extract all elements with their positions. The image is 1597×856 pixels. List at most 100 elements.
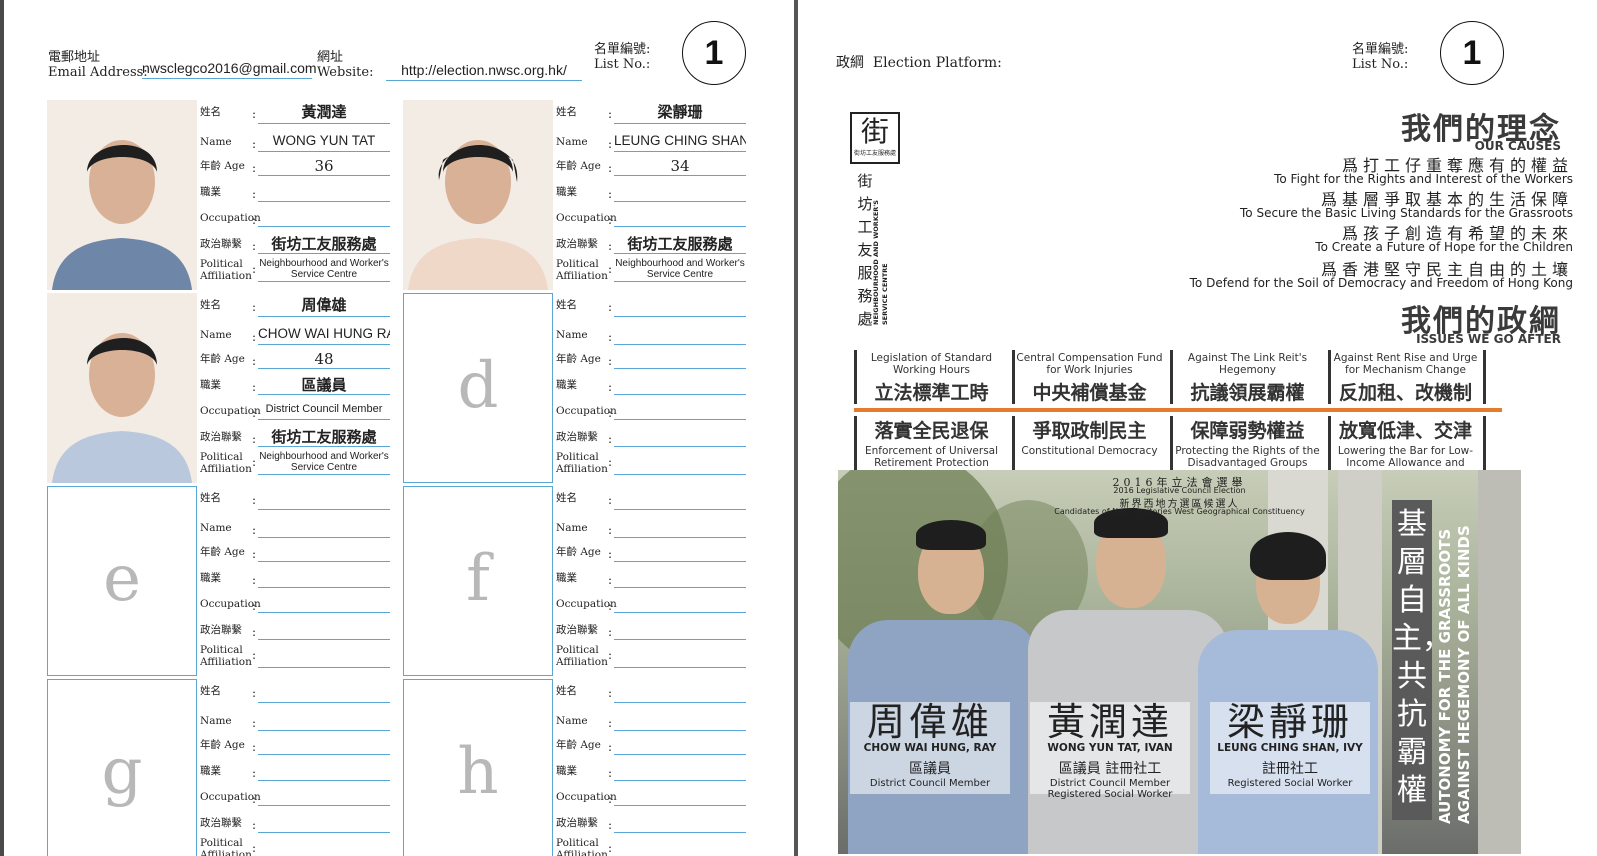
field-value (614, 327, 746, 345)
poster-person-2-role-en-2: Registered Social Worker (1047, 789, 1173, 800)
field-colon: : (252, 213, 257, 227)
website-label: 網址 Website: (317, 46, 373, 80)
field-label: 姓名 (556, 106, 577, 118)
field-label-affiliation-en: Political Affiliation (556, 837, 608, 856)
field-value (258, 815, 390, 833)
field-label: Political (200, 837, 243, 849)
field-colon: : (608, 187, 613, 201)
issue-zh: 落實全民退保 (874, 420, 989, 442)
field-value (614, 297, 746, 317)
candidate-card: d 姓名: Name: 年齡 Age: 職業: Occupation: 政治聯繫: Polit… (403, 293, 755, 485)
cause-en: To Defend for the Soil of Democracy and … (1189, 276, 1573, 290)
platform-page: 政綱 Election Platform: 名單編號: List No.: 1 … (798, 0, 1597, 856)
field-value (258, 713, 390, 731)
field-value (614, 837, 746, 856)
field-label: 職業 (556, 186, 577, 198)
field-colon: : (608, 493, 613, 507)
poster-person-3-name-en: LEUNG CHING SHAN, IVY (1217, 742, 1363, 754)
field-value (614, 377, 746, 395)
field-colon: : (608, 330, 613, 344)
poster-person-1-name-en: CHOW WAI HUNG, RAY (863, 742, 997, 754)
field-colon: : (608, 818, 613, 832)
candidate-card: f 姓名: Name: 年齡 Age: 職業: Occupation: 政治聯繫: Polit… (403, 486, 755, 678)
field-value: 48 (258, 351, 390, 369)
poster-person-1-name-zh: 周偉雄 (866, 700, 993, 744)
field-label: Name (200, 329, 232, 341)
field-label: 職業 (200, 765, 221, 777)
field-colon: : (252, 766, 257, 780)
field-value: LEUNG CHING SHAN (614, 134, 746, 152)
candidate-photo: e (47, 486, 197, 676)
field-label-affiliation-en: Political Affiliation (556, 258, 608, 282)
field-value: CHOW WAI HUNG RAYMAN (258, 327, 390, 345)
field-colon: : (608, 432, 613, 446)
building-pillar (1478, 470, 1521, 854)
field-label: 年齡 Age (200, 739, 245, 751)
field-colon: : (252, 841, 257, 855)
field-label: 政治聯繫 (200, 624, 242, 636)
field-label: Affiliation (200, 655, 252, 668)
photo-placeholder-letter: d (457, 349, 499, 423)
field-label: 政治聯繫 (200, 238, 242, 250)
field-label: 政治聯繫 (556, 624, 598, 636)
field-colon: : (608, 380, 613, 394)
field-value (614, 789, 746, 806)
issue-en: Against Rent Rise and Urge for Mechanism… (1333, 352, 1478, 376)
org-logo-small: 街坊工友服務處 (853, 150, 896, 157)
poster-person-2-role-zh: 區議員 註冊社工 (1058, 761, 1162, 777)
field-label: 年齡 Age (200, 546, 245, 558)
candidate-card: e 姓名: Name: 年齡 Age: 職業: Occupation: 政治聯繫: Polit… (47, 486, 399, 678)
field-value (258, 570, 390, 588)
field-label: Affiliation (200, 269, 252, 282)
field-label-affiliation-en: Political Affiliation (200, 837, 252, 856)
field-label-affiliation-en: Political Affiliation (556, 451, 608, 475)
candidate-photo: f (403, 486, 553, 676)
field-colon: : (608, 841, 613, 855)
field-value (258, 596, 390, 613)
field-colon: : (608, 262, 613, 276)
candidate-page: 電郵地址 Email Address: nwsclegco2016@gmail.… (4, 0, 794, 856)
field-value: WONG YUN TAT (258, 134, 390, 152)
candidate-photo (403, 100, 553, 290)
poster-person-2-name-zh: 黃潤達 (1046, 700, 1173, 744)
email-label: 電郵地址 Email Address: (48, 46, 148, 80)
candidate-fields: 姓名: Name: 年齡 Age: 職業: Occupation: 政治聯繫: Politi… (200, 486, 400, 676)
issue-zh: 中央補償基金 (1032, 382, 1147, 404)
issue-en: Protecting the Rights of the Disadvantag… (1175, 445, 1320, 469)
field-label-affiliation-en: Political Affiliation (556, 644, 608, 668)
field-colon: : (252, 330, 257, 344)
field-label-affiliation-en: Political Affiliation (200, 451, 252, 475)
field-value (614, 184, 746, 202)
field-colon: : (252, 300, 257, 314)
issue-item: 落實全民退保 Enforcement of Universal Retiremen… (854, 416, 1006, 470)
poster-person-1-role-en: District Council Member (869, 778, 991, 789)
field-label: Affiliation (556, 462, 608, 475)
field-label: 年齡 Age (200, 160, 245, 172)
person-3-hair (1250, 532, 1326, 580)
field-label: 年齡 Age (556, 546, 601, 558)
field-colon: : (608, 213, 613, 227)
field-value (614, 683, 746, 703)
field-label: 年齡 Age (556, 160, 601, 172)
field-colon: : (252, 792, 257, 806)
poster-person-1: 周偉雄 CHOW WAI HUNG, RAY 區議員 District Coun… (850, 702, 1010, 794)
field-colon: : (252, 716, 257, 730)
field-value (258, 737, 390, 755)
field-label: Affiliation (556, 269, 608, 282)
field-value: 36 (258, 158, 390, 176)
field-value (614, 596, 746, 613)
cause-en: To Fight for the Rights and Interest of … (1274, 172, 1573, 186)
field-value (614, 570, 746, 588)
issue-item: Central Compensation Fund for Work Injur… (1012, 350, 1164, 404)
field-label: 姓名 (200, 299, 221, 311)
field-label: Political (556, 837, 599, 849)
candidate-card: 姓名: 黃潤達 Name: WONG YUN TAT 年齡 Age:36 職業: Occup… (47, 100, 399, 292)
field-label: 職業 (556, 572, 577, 584)
list-no-label-zh: 名單編號: (594, 42, 651, 57)
poster-person-2-role-en: District Council Member (1049, 778, 1171, 789)
field-colon: : (252, 547, 257, 561)
field-label: Political (200, 451, 243, 463)
field-value (258, 490, 390, 510)
issue-zh: 爭取政制民主 (1032, 420, 1147, 442)
issues-row-2: 落實全民退保 Enforcement of Universal Retiremen… (854, 416, 1494, 481)
